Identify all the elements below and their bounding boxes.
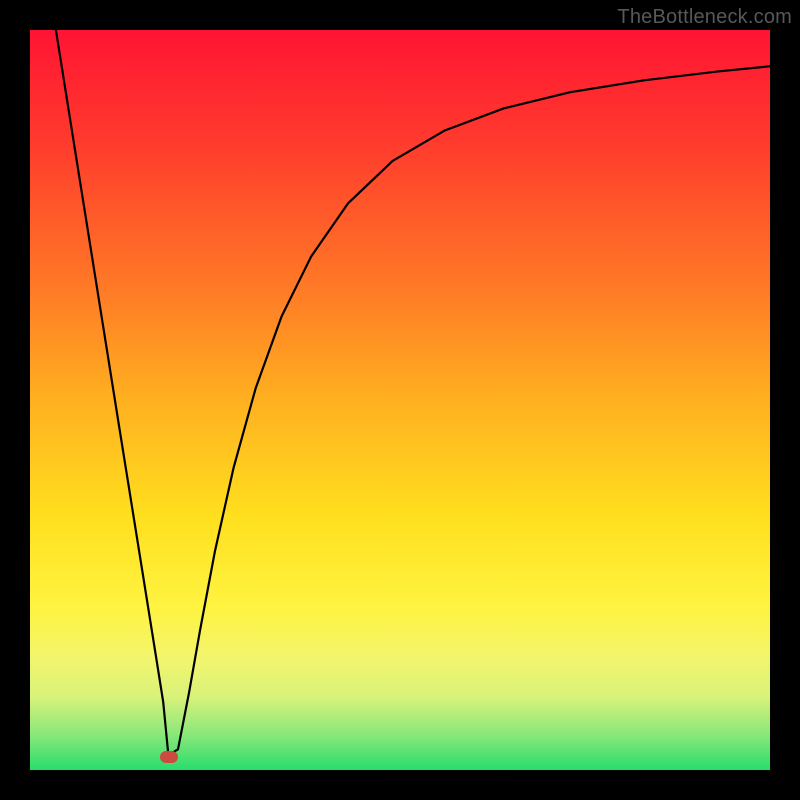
watermark-text: TheBottleneck.com: [617, 6, 792, 29]
plot-area: [30, 30, 770, 770]
bottleneck-curve: [56, 30, 770, 755]
curve-svg: [30, 30, 770, 770]
minimum-marker: [160, 751, 178, 763]
chart-container: TheBottleneck.com: [0, 0, 800, 800]
